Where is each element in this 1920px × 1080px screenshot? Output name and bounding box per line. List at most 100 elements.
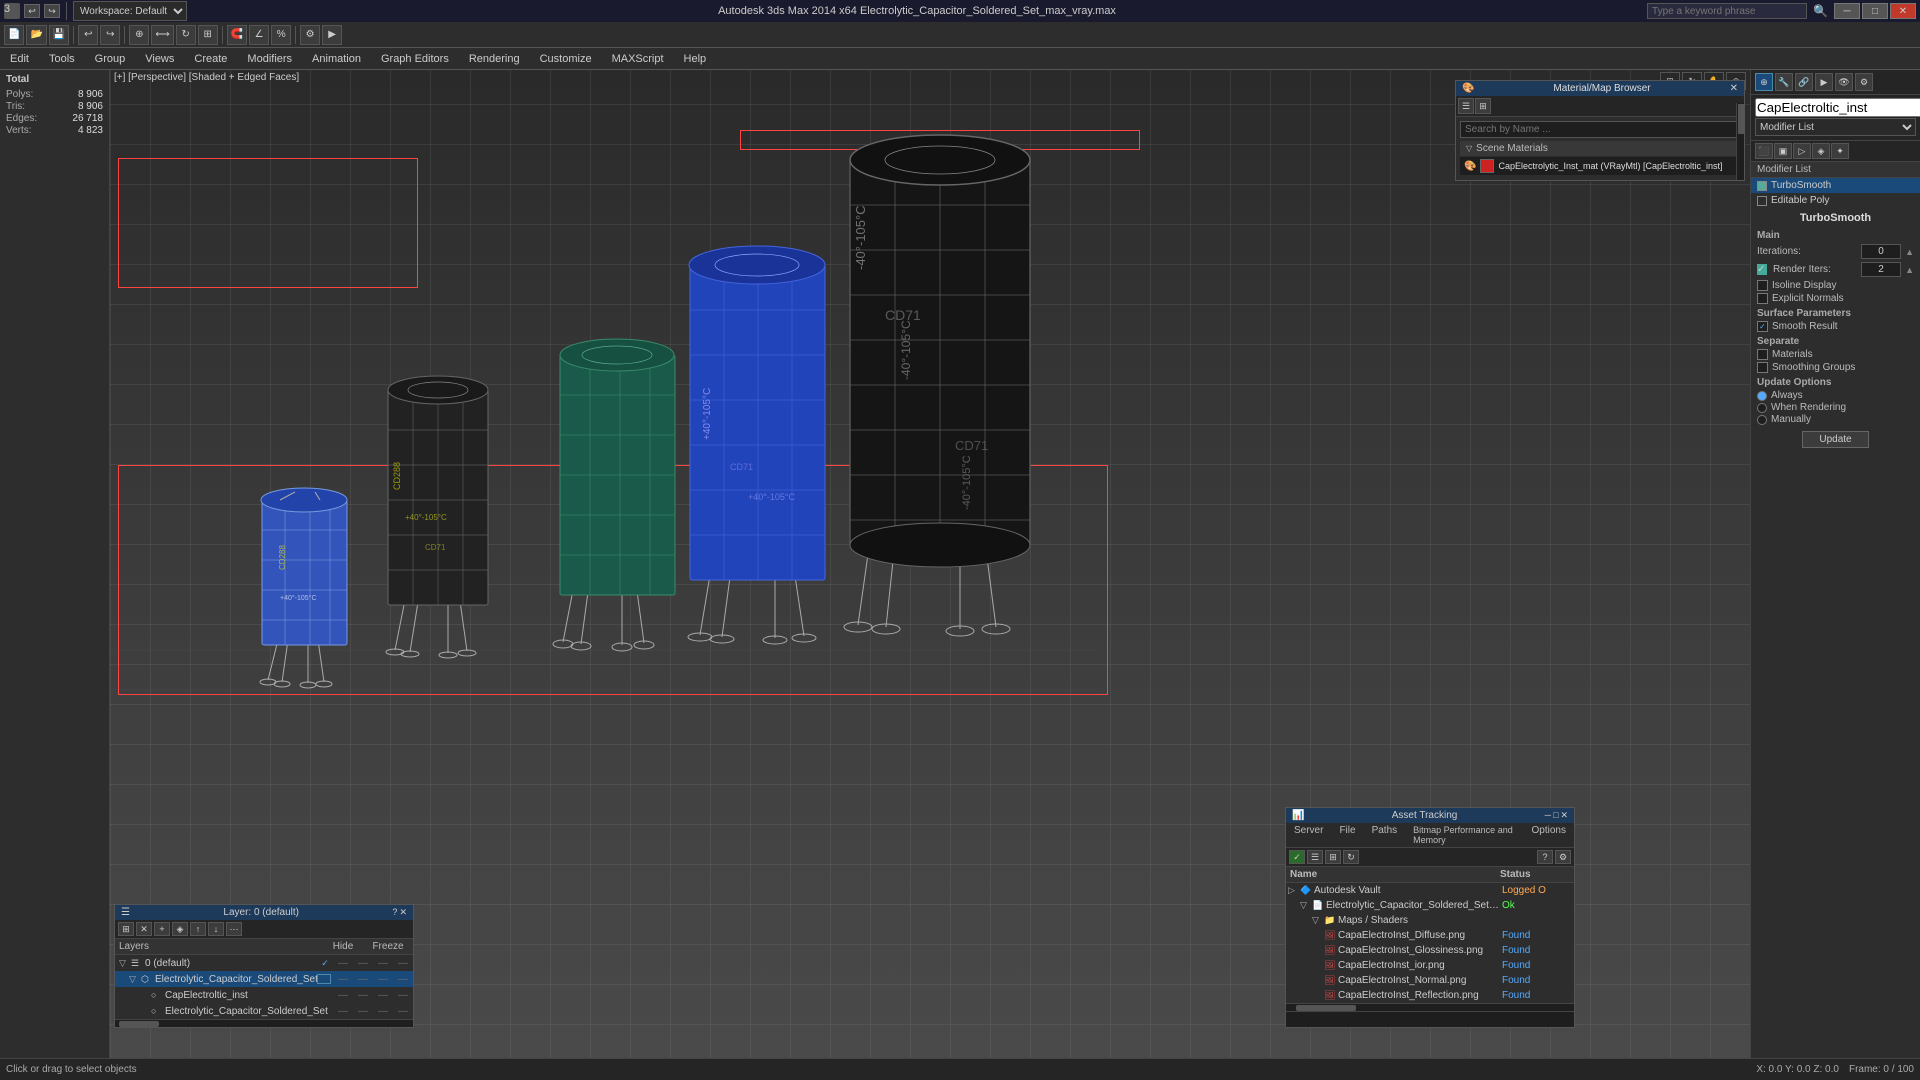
material-browser-close-btn[interactable]: ✕ — [1730, 83, 1738, 94]
asset-expand-maps[interactable]: ▽ — [1312, 915, 1324, 926]
layer-scrollbar[interactable] — [115, 1019, 413, 1027]
ts-manually-radio[interactable] — [1757, 415, 1767, 425]
asset-tb-settings-btn[interactable]: ⚙ — [1555, 850, 1571, 864]
stack-icon-2[interactable]: ▣ — [1774, 143, 1792, 159]
move-btn[interactable]: ⟷ — [151, 25, 173, 45]
asset-tb-refresh-btn[interactable]: ↻ — [1343, 850, 1359, 864]
open-btn[interactable]: 📂 — [26, 25, 46, 45]
ts-always-radio[interactable] — [1757, 391, 1767, 401]
panel-icon-modify[interactable]: 🔧 — [1775, 73, 1793, 91]
ts-iterations-spin-up[interactable]: ▲ — [1905, 247, 1914, 257]
panel-icon-utilities[interactable]: ⚙ — [1855, 73, 1873, 91]
asset-maximize-btn[interactable]: □ — [1553, 810, 1558, 821]
modifier-turbosmooth-checkbox[interactable] — [1757, 181, 1767, 191]
material-browser-titlebar[interactable]: 🎨 Material/Map Browser ✕ — [1456, 81, 1744, 96]
new-btn[interactable]: 📄 — [4, 25, 24, 45]
layer-add-btn[interactable]: + — [154, 922, 170, 936]
menu-modifiers[interactable]: Modifiers — [237, 51, 302, 67]
layer-options-btn[interactable]: ⋯ — [226, 922, 242, 936]
stack-icon-3[interactable]: ▷ — [1793, 143, 1811, 159]
menu-graph-editors[interactable]: Graph Editors — [371, 51, 459, 67]
menu-views[interactable]: Views — [135, 51, 184, 67]
layer-delete-btn[interactable]: ✕ — [136, 922, 152, 936]
layer-row-default[interactable]: ▽ ☰ 0 (default) ✓ — — — — — [115, 955, 413, 971]
ts-update-button[interactable]: Update — [1802, 431, 1868, 448]
asset-tb-grid-btn[interactable]: ⊞ — [1325, 850, 1341, 864]
ts-isoline-checkbox[interactable] — [1757, 280, 1768, 291]
ts-smooth-result-checkbox[interactable] — [1757, 321, 1768, 332]
select-btn[interactable]: ⊕ — [129, 25, 149, 45]
menu-group[interactable]: Group — [85, 51, 136, 67]
asset-menu-paths[interactable]: Paths — [1364, 823, 1406, 847]
ts-explicit-normals-checkbox[interactable] — [1757, 293, 1768, 304]
search-input[interactable] — [1647, 3, 1807, 19]
layer-new-btn[interactable]: ⊞ — [118, 922, 134, 936]
menu-edit[interactable]: Edit — [0, 51, 39, 67]
asset-tb-help-btn[interactable]: ? — [1537, 850, 1553, 864]
menu-tools[interactable]: Tools — [39, 51, 85, 67]
asset-close-btn[interactable]: ✕ — [1560, 810, 1568, 821]
asset-row-maxfile[interactable]: ▽ 📄 Electrolytic_Capacitor_Soldered_Set_… — [1286, 898, 1574, 913]
maximize-button[interactable]: □ — [1862, 3, 1888, 19]
layer-row-capelect[interactable]: ○ CapElectroltic_inst — — — — — [115, 987, 413, 1003]
asset-menu-options[interactable]: Options — [1524, 823, 1574, 847]
asset-scrollbar-h[interactable] — [1286, 1003, 1574, 1011]
viewport[interactable]: CD288 +40°-105°C — [110, 70, 1750, 1058]
modifier-editable-poly-checkbox[interactable] — [1757, 196, 1767, 206]
asset-expand-maxfile[interactable]: ▽ — [1300, 900, 1312, 911]
layer-down-btn[interactable]: ↓ — [208, 922, 224, 936]
asset-menu-server[interactable]: Server — [1286, 823, 1331, 847]
layer-select-btn[interactable]: ◈ — [172, 922, 188, 936]
material-search-input[interactable] — [1460, 121, 1740, 138]
panel-icon-create[interactable]: ⊕ — [1755, 73, 1773, 91]
snap-pct-btn[interactable]: % — [271, 25, 291, 45]
ts-render-iters-spin-up[interactable]: ▲ — [1905, 265, 1914, 275]
asset-tb-list-btn[interactable]: ☰ — [1307, 850, 1323, 864]
modifier-editable-poly[interactable]: Editable Poly — [1751, 193, 1920, 208]
layer-row-electrolytic[interactable]: ▽ ⬡ Electrolytic_Capacitor_Soldered_Set … — [115, 971, 413, 987]
asset-minimize-btn[interactable]: ─ — [1545, 810, 1551, 821]
modifier-turbosmooth[interactable]: TurboSmooth — [1751, 178, 1920, 193]
menu-rendering[interactable]: Rendering — [459, 51, 530, 67]
asset-menu-file[interactable]: File — [1331, 823, 1363, 847]
minimize-button[interactable]: ─ — [1834, 3, 1860, 19]
menu-animation[interactable]: Animation — [302, 51, 371, 67]
material-browser-scrollbar[interactable] — [1736, 103, 1744, 180]
asset-row-vault[interactable]: ▷ 🔷 Autodesk Vault Logged O — [1286, 883, 1574, 898]
layer-expand-electrolytic[interactable]: ▽ — [129, 974, 141, 985]
asset-expand-vault[interactable]: ▷ — [1288, 885, 1300, 896]
layer-row-electro2[interactable]: ○ Electrolytic_Capacitor_Soldered_Set — … — [115, 1003, 413, 1019]
panel-icon-hierarchy[interactable]: 🔗 — [1795, 73, 1813, 91]
ts-when-rendering-radio[interactable] — [1757, 403, 1767, 413]
mat-grid-btn[interactable]: ⊞ — [1475, 98, 1491, 114]
stack-icon-5[interactable]: ✦ — [1831, 143, 1849, 159]
menu-customize[interactable]: Customize — [530, 51, 602, 67]
asset-panel-titlebar[interactable]: 📊 Asset Tracking ─ □ ✕ — [1286, 808, 1574, 823]
material-row[interactable]: 🎨 CapElectrolytic_Inst_mat (VRayMtl) [Ca… — [1460, 157, 1740, 175]
stack-icon-4[interactable]: ◈ — [1812, 143, 1830, 159]
menu-create[interactable]: Create — [184, 51, 237, 67]
render-setup-btn[interactable]: ⚙ — [300, 25, 320, 45]
layer-expand-default[interactable]: ▽ — [119, 958, 131, 969]
snap-btn[interactable]: 🧲 — [227, 25, 247, 45]
menu-maxscript[interactable]: MAXScript — [602, 51, 674, 67]
rotate-btn[interactable]: ↻ — [176, 25, 196, 45]
redo-btn[interactable]: ↪ — [100, 25, 120, 45]
ts-iterations-input[interactable] — [1861, 244, 1901, 259]
menu-help[interactable]: Help — [674, 51, 717, 67]
scene-materials-section[interactable]: ▽ Scene Materials — [1460, 141, 1740, 156]
asset-row-diffuse[interactable]: 🖼 CapaElectroInst_Diffuse.png Found — [1286, 928, 1574, 943]
close-button[interactable]: ✕ — [1890, 3, 1916, 19]
ts-materials-checkbox[interactable] — [1757, 349, 1768, 360]
layer-panel-titlebar[interactable]: ☰ Layer: 0 (default) ? ✕ — [115, 905, 413, 920]
asset-row-maps[interactable]: ▽ 📁 Maps / Shaders — [1286, 913, 1574, 928]
undo-btn[interactable]: ↩ — [78, 25, 98, 45]
snap-angle-btn[interactable]: ∠ — [249, 25, 269, 45]
asset-menu-bitmap[interactable]: Bitmap Performance and Memory — [1405, 823, 1523, 847]
stack-icon-1[interactable]: ⬛ — [1755, 143, 1773, 159]
modifier-dropdown[interactable]: Modifier List — [1755, 118, 1916, 136]
asset-row-reflection[interactable]: 🖼 CapaElectroInst_Reflection.png Found — [1286, 988, 1574, 1003]
asset-tb-active-btn[interactable]: ✓ — [1289, 850, 1305, 864]
workspace-selector[interactable]: Workspace: Default — [73, 1, 187, 21]
asset-row-normal[interactable]: 🖼 CapaElectroInst_Normal.png Found — [1286, 973, 1574, 988]
